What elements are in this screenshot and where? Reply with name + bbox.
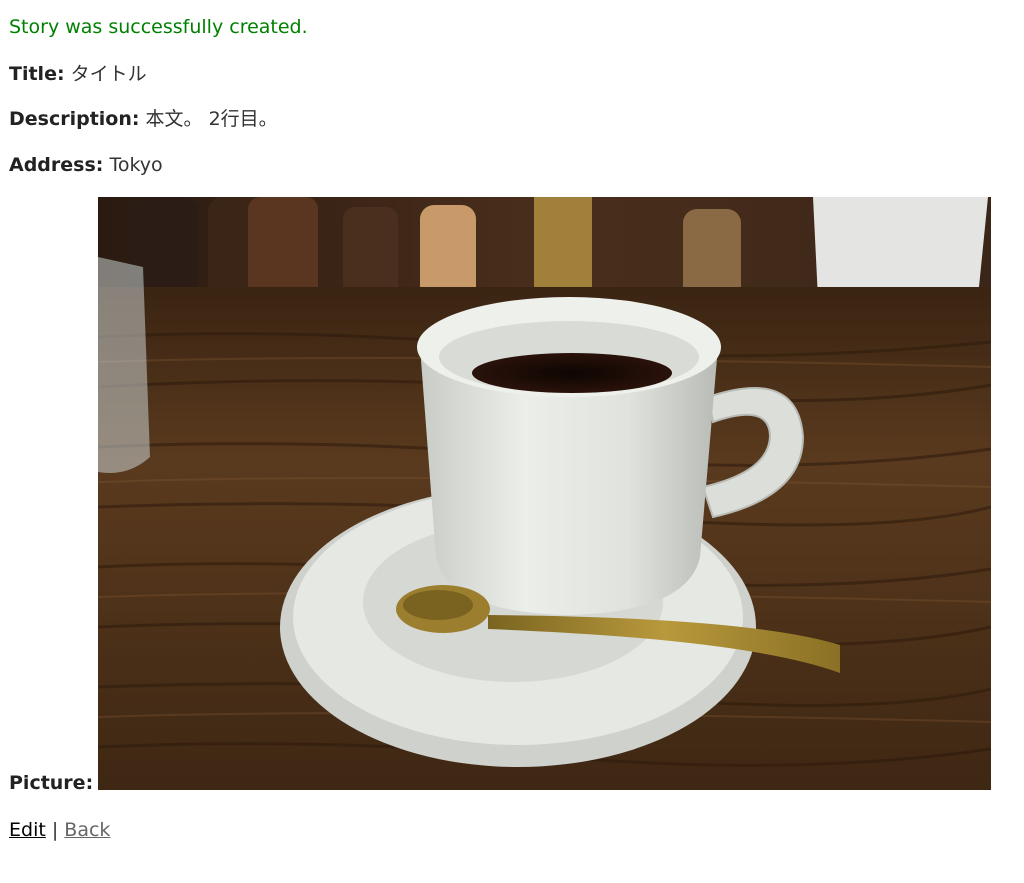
- description-value: 本文。 2行目。: [145, 108, 278, 130]
- title-label: Title:: [9, 63, 65, 85]
- back-link[interactable]: Back: [64, 819, 110, 841]
- title-field: Title: タイトル: [9, 62, 147, 86]
- action-links: Edit | Back: [9, 818, 110, 842]
- address-label: Address:: [9, 154, 104, 176]
- address-field: Address: Tokyo: [9, 153, 163, 177]
- title-value: タイトル: [70, 63, 147, 85]
- success-notice: Story was successfully created.: [9, 16, 308, 38]
- description-label: Description:: [9, 108, 140, 130]
- address-value: Tokyo: [109, 154, 163, 176]
- edit-link[interactable]: Edit: [9, 819, 46, 841]
- story-picture: [98, 197, 991, 790]
- description-field: Description: 本文。 2行目。: [9, 107, 278, 131]
- picture-label: Picture:: [9, 772, 94, 794]
- link-separator: |: [51, 819, 59, 841]
